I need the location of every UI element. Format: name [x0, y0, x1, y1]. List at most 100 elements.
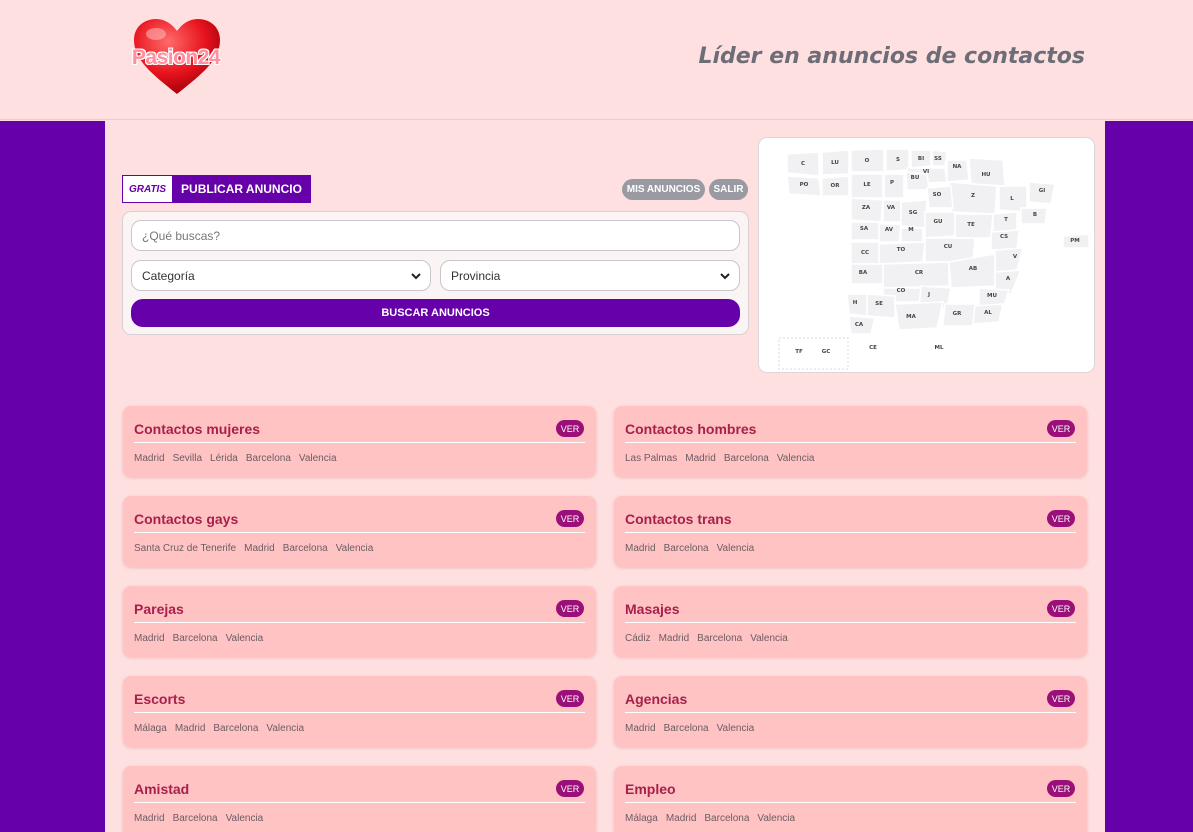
category-title[interactable]: Escorts: [134, 691, 185, 707]
city-link[interactable]: Madrid: [244, 543, 275, 554]
city-link[interactable]: Madrid: [134, 633, 165, 644]
province-label[interactable]: VI: [923, 169, 929, 175]
city-link[interactable]: Valencia: [226, 813, 264, 824]
city-link[interactable]: Madrid: [666, 813, 697, 824]
city-link[interactable]: Madrid: [625, 543, 656, 554]
category-card[interactable]: Contactos hombres VER Las Palmas Madrid Barc…: [614, 406, 1087, 477]
category-title[interactable]: Empleo: [625, 781, 676, 797]
province-label[interactable]: H: [853, 300, 858, 306]
category-title[interactable]: Contactos mujeres: [134, 421, 260, 437]
province-label[interactable]: HU: [981, 172, 990, 178]
city-link[interactable]: Valencia: [757, 813, 795, 824]
search-input[interactable]: [131, 220, 740, 251]
category-card[interactable]: Empleo VER Málaga Madrid Barcelona Valencia: [614, 766, 1087, 832]
province-label[interactable]: SA: [860, 226, 869, 232]
province-label[interactable]: OR: [831, 183, 841, 189]
province-shape[interactable]: [924, 211, 956, 239]
city-link[interactable]: Cádiz: [625, 633, 651, 644]
city-link[interactable]: Barcelona: [213, 723, 258, 734]
province-label[interactable]: ZA: [862, 205, 871, 211]
province-label[interactable]: BA: [859, 270, 868, 276]
ver-button[interactable]: VER: [1047, 780, 1075, 797]
category-select[interactable]: Categoría: [131, 260, 431, 291]
province-label[interactable]: PO: [800, 182, 809, 188]
province-label[interactable]: CS: [1000, 234, 1008, 240]
province-label[interactable]: LU: [831, 160, 839, 166]
category-title[interactable]: Agencias: [625, 691, 687, 707]
province-label[interactable]: MU: [987, 293, 997, 299]
province-label[interactable]: GI: [1039, 188, 1046, 194]
ver-button[interactable]: VER: [556, 690, 584, 707]
category-title[interactable]: Parejas: [134, 601, 184, 617]
category-title[interactable]: Masajes: [625, 601, 679, 617]
province-shape[interactable]: [882, 199, 902, 223]
search-ads-button[interactable]: BUSCAR ANUNCIOS: [131, 299, 740, 327]
city-link[interactable]: Barcelona: [173, 633, 218, 644]
province-label[interactable]: J: [927, 292, 930, 298]
city-link[interactable]: Madrid: [685, 453, 716, 464]
province-shape[interactable]: [878, 241, 926, 265]
ver-button[interactable]: VER: [556, 780, 584, 797]
publish-ad-button[interactable]: PUBLICAR ANUNCIO: [172, 175, 311, 203]
province-label[interactable]: AV: [885, 227, 894, 233]
province-label[interactable]: CO: [897, 288, 906, 294]
province-label[interactable]: M: [908, 227, 913, 233]
province-label[interactable]: B: [1033, 212, 1037, 218]
category-title[interactable]: Amistad: [134, 781, 189, 797]
province-label[interactable]: PM: [1070, 238, 1080, 244]
province-label[interactable]: SE: [875, 301, 883, 307]
province-label[interactable]: SG: [909, 210, 918, 216]
category-card[interactable]: Contactos trans VER Madrid Barcelona Valenci…: [614, 496, 1087, 567]
city-link[interactable]: Valencia: [717, 723, 755, 734]
city-link[interactable]: Valencia: [299, 453, 337, 464]
province-label[interactable]: O: [865, 158, 870, 164]
city-link[interactable]: Las Palmas: [625, 453, 677, 464]
category-card[interactable]: Escorts VER Málaga Madrid Barcelona Valencia: [123, 676, 596, 747]
province-label[interactable]: Z: [971, 193, 975, 199]
ver-button[interactable]: VER: [1047, 510, 1075, 527]
category-card[interactable]: Agencias VER Madrid Barcelona Valencia: [614, 676, 1087, 747]
province-label[interactable]: CA: [855, 322, 864, 328]
province-label[interactable]: AL: [984, 310, 992, 316]
ver-button[interactable]: VER: [1047, 690, 1075, 707]
province-label[interactable]: CE: [869, 345, 877, 351]
province-label[interactable]: CU: [944, 244, 953, 250]
province-label[interactable]: T: [1004, 217, 1008, 223]
province-label[interactable]: LE: [863, 182, 871, 188]
category-card[interactable]: Contactos gays VER Santa Cruz de Tenerife M…: [123, 496, 596, 567]
ver-button[interactable]: VER: [556, 600, 584, 617]
category-title[interactable]: Contactos trans: [625, 511, 732, 527]
province-label[interactable]: GR: [953, 311, 963, 317]
ver-button[interactable]: VER: [1047, 420, 1075, 437]
province-label[interactable]: TO: [897, 247, 906, 253]
province-label[interactable]: VA: [887, 205, 896, 211]
province-label[interactable]: NA: [953, 164, 963, 170]
city-link[interactable]: Madrid: [175, 723, 206, 734]
province-label[interactable]: TF: [795, 349, 803, 355]
province-label[interactable]: MA: [906, 314, 916, 320]
city-link[interactable]: Santa Cruz de Tenerife: [134, 543, 236, 554]
category-card[interactable]: Masajes VER Cádiz Madrid Barcelona Valencia: [614, 586, 1087, 657]
province-label[interactable]: SO: [933, 192, 942, 198]
city-link[interactable]: Madrid: [134, 813, 165, 824]
province-shape[interactable]: [883, 173, 905, 199]
site-logo[interactable]: Pasion24: [124, 18, 228, 96]
province-label[interactable]: A: [1006, 276, 1011, 282]
province-shape[interactable]: [994, 247, 1025, 273]
ver-button[interactable]: VER: [1047, 600, 1075, 617]
city-link[interactable]: Valencia: [750, 633, 788, 644]
ver-button[interactable]: VER: [556, 420, 584, 437]
city-link[interactable]: Madrid: [659, 633, 690, 644]
city-link[interactable]: Madrid: [134, 453, 165, 464]
ver-button[interactable]: VER: [556, 510, 584, 527]
city-link[interactable]: Valencia: [717, 543, 755, 554]
category-title[interactable]: Contactos gays: [134, 511, 238, 527]
city-link[interactable]: Valencia: [777, 453, 815, 464]
province-label[interactable]: P: [890, 180, 894, 186]
province-label[interactable]: BU: [911, 175, 920, 181]
city-link[interactable]: Valencia: [226, 633, 264, 644]
logout-button[interactable]: SALIR: [709, 179, 748, 200]
province-label[interactable]: GC: [822, 349, 831, 355]
city-link[interactable]: Málaga: [134, 723, 167, 734]
province-label[interactable]: S: [896, 157, 900, 163]
